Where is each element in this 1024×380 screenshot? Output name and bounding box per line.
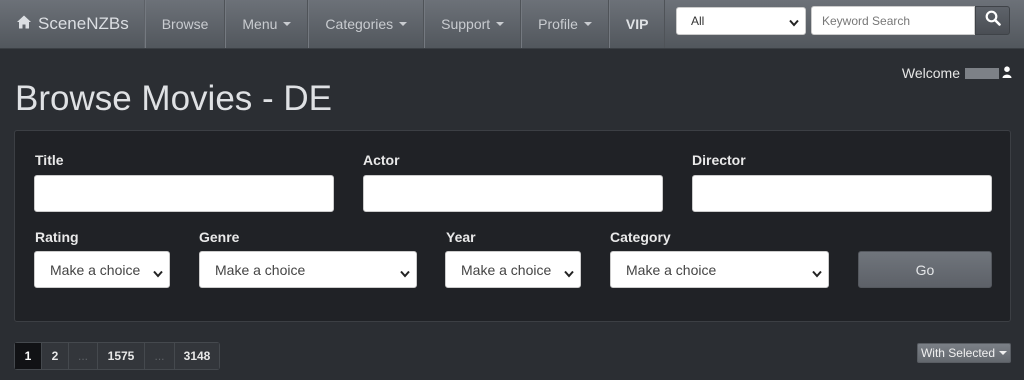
title-label: Title — [35, 152, 64, 168]
nav-browse[interactable]: Browse — [144, 0, 226, 48]
year-label: Year — [446, 229, 476, 245]
brand-link[interactable]: SceneNZBs — [0, 0, 145, 48]
search-icon — [985, 10, 1001, 31]
nav-menu-label: Menu — [242, 16, 278, 32]
page-link-1[interactable]: 1 — [14, 342, 42, 370]
go-button[interactable]: Go — [858, 251, 992, 288]
nav-categories[interactable]: Categories — [308, 0, 425, 48]
actor-label: Actor — [363, 152, 400, 168]
category-label: Category — [610, 229, 671, 245]
caret-down-icon — [283, 22, 292, 26]
actor-input[interactable] — [363, 175, 663, 212]
nav-profile-label: Profile — [538, 16, 578, 32]
with-selected-label: With Selected — [920, 346, 996, 360]
page-link-1575[interactable]: 1575 — [97, 342, 145, 370]
brand-label: SceneNZBs — [38, 14, 129, 33]
with-selected-button[interactable]: With Selected — [917, 343, 1011, 363]
caret-down-icon — [999, 351, 1008, 355]
search-category-select[interactable]: All — [676, 7, 806, 35]
filter-panel: Title Actor Director Rating Make a choic… — [14, 130, 1011, 322]
keyword-search-placeholder: Keyword Search — [822, 14, 911, 28]
genre-select-value: Make a choice — [215, 262, 306, 278]
rating-label: Rating — [35, 229, 79, 245]
nav-browse-label: Browse — [161, 16, 209, 32]
welcome-text: Welcome — [902, 65, 1012, 81]
category-select[interactable]: Make a choice — [610, 251, 829, 288]
username-redacted — [965, 67, 999, 79]
chevron-down-icon — [564, 265, 574, 281]
genre-select[interactable]: Make a choice — [199, 251, 417, 288]
category-select-value: Make a choice — [626, 262, 717, 278]
nav-profile[interactable]: Profile — [521, 0, 609, 48]
caret-down-icon — [583, 22, 592, 26]
nav-support-label: Support — [441, 16, 491, 32]
user-icon[interactable] — [1002, 65, 1012, 81]
home-icon — [16, 14, 32, 35]
caret-down-icon — [496, 22, 505, 26]
keyword-search-input[interactable]: Keyword Search — [811, 6, 975, 35]
chevron-down-icon — [789, 16, 799, 30]
page-title: Browse Movies - DE — [15, 79, 333, 118]
chevron-down-icon — [812, 265, 822, 281]
page-ellipsis: ... — [68, 342, 98, 370]
chevron-down-icon — [400, 265, 410, 281]
year-select-value: Make a choice — [461, 262, 552, 278]
rating-select[interactable]: Make a choice — [34, 251, 170, 288]
nav-vip-label: VIP — [625, 16, 649, 32]
search-button[interactable] — [975, 6, 1010, 35]
caret-down-icon — [399, 22, 408, 26]
nav-categories-label: Categories — [325, 16, 394, 32]
page-link-3148[interactable]: 3148 — [174, 342, 220, 370]
year-select[interactable]: Make a choice — [445, 251, 581, 288]
director-input[interactable] — [692, 175, 992, 212]
welcome-label: Welcome — [901, 65, 960, 81]
nav-vip[interactable]: VIP — [608, 0, 666, 48]
pagination: 1 2 ... 1575 ... 3148 — [14, 342, 220, 370]
search-category-value: All — [691, 14, 705, 28]
page-ellipsis: ... — [144, 342, 175, 370]
genre-label: Genre — [199, 229, 240, 245]
chevron-down-icon — [153, 265, 163, 281]
rating-select-value: Make a choice — [50, 262, 141, 278]
title-input[interactable] — [34, 175, 334, 212]
page-link-2[interactable]: 2 — [41, 342, 69, 370]
nav-support[interactable]: Support — [424, 0, 522, 48]
nav-menu[interactable]: Menu — [225, 0, 309, 48]
director-label: Director — [692, 152, 746, 168]
